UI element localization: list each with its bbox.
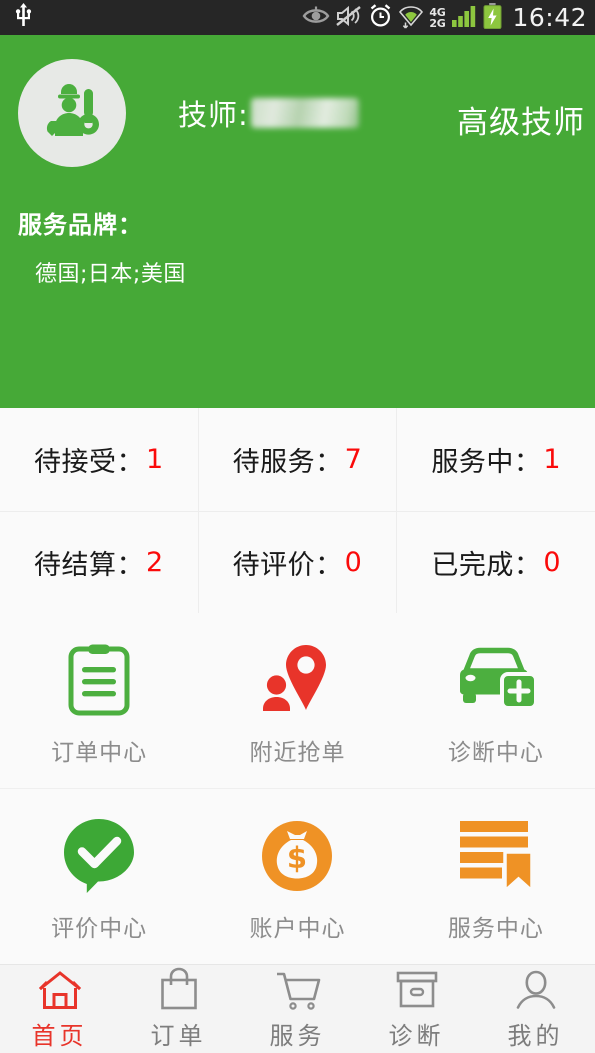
feature-grid-row: 订单中心 附近抢单 诊断中心	[0, 613, 595, 788]
feature-diagnosis-center[interactable]: 诊断中心	[397, 613, 595, 788]
nav-label: 服务	[269, 1022, 326, 1050]
profile-header: 技师: 高级技师 服务品牌： 德国;日本;美国	[0, 35, 595, 408]
alarm-icon	[368, 3, 393, 32]
wifi-icon	[399, 3, 424, 33]
stat-label: 已完成：	[431, 549, 542, 581]
stat-cell-in-service[interactable]: 服务中： 1	[397, 408, 595, 511]
stat-label: 待接受：	[33, 446, 144, 478]
service-brand-value: 德国;日本;美国	[35, 262, 186, 287]
home-icon	[37, 965, 83, 1011]
stat-cell-pending-service[interactable]: 待服务： 7	[199, 408, 398, 511]
status-bar-left	[14, 3, 33, 32]
feature-label: 诊断中心	[447, 739, 544, 766]
battery-charging-icon	[483, 2, 502, 33]
feature-review-center[interactable]: 评价中心	[0, 789, 198, 964]
eye-icon	[302, 5, 330, 31]
stat-cell-pending-settlement[interactable]: 待结算： 2	[0, 510, 199, 613]
service-brand-label: 服务品牌：	[18, 211, 143, 239]
nav-label: 订单	[150, 1022, 207, 1050]
stat-value: 2	[145, 546, 164, 578]
stat-label: 待服务：	[232, 446, 343, 478]
avatar[interactable]	[18, 59, 126, 167]
person-icon	[514, 965, 558, 1011]
nav-item-orders[interactable]: 订单	[119, 965, 238, 1053]
stat-value: 0	[543, 546, 562, 578]
nav-item-services[interactable]: 服务	[238, 965, 357, 1053]
money-bag-icon: $	[260, 817, 334, 895]
bottom-nav-bar: 首页 订单 服务 诊断 我的	[0, 964, 595, 1053]
nav-label: 我的	[507, 1022, 564, 1050]
stat-cell-pending-accept[interactable]: 待接受： 1	[0, 408, 199, 511]
signal-icon	[451, 4, 477, 32]
feature-label: 订单中心	[51, 739, 148, 766]
nav-item-diagnosis[interactable]: 诊断	[357, 965, 476, 1053]
shopping-bag-icon	[158, 965, 200, 1011]
status-bar-clock: 16:42	[512, 3, 587, 32]
stat-value: 0	[344, 546, 363, 578]
profile-header-top: 技师: 高级技师	[18, 57, 584, 169]
usb-icon	[14, 3, 33, 32]
technician-name-row: 技师:	[178, 92, 359, 134]
box-icon	[395, 965, 439, 1011]
feature-grid-row: 评价中心 $ 账户中心 服务中心	[0, 788, 595, 964]
technician-avatar-icon	[39, 78, 105, 148]
svg-text:$: $	[287, 841, 307, 875]
stats-row: 待结算： 2 待评价： 0 已完成： 0	[0, 510, 595, 614]
app-root: 4G 2G 16:42 技师: 高级技师 服务品牌： 德国;日本;美国 待接受：…	[0, 0, 595, 1053]
network-type-label: 4G 2G	[429, 7, 445, 29]
shopping-cart-icon	[275, 965, 321, 1011]
feature-label: 评价中心	[51, 915, 148, 942]
map-pin-person-icon	[259, 641, 335, 719]
feature-label: 账户中心	[249, 915, 346, 942]
status-bar-right: 4G 2G 16:42	[302, 2, 587, 33]
check-bubble-icon	[62, 817, 136, 895]
status-bar: 4G 2G 16:42	[0, 0, 595, 35]
feature-label: 服务中心	[447, 915, 544, 942]
technician-level-badge: 高级技师	[457, 105, 585, 141]
stats-row: 待接受： 1 待服务： 7 服务中： 1	[0, 408, 595, 511]
clipboard-icon	[65, 641, 133, 719]
stat-value: 1	[543, 443, 562, 475]
list-bookmark-icon	[458, 817, 534, 895]
feature-account-center[interactable]: $ 账户中心	[198, 789, 396, 964]
nav-item-home[interactable]: 首页	[0, 965, 119, 1053]
stat-label: 服务中：	[431, 446, 542, 478]
net-bottom-label: 2G	[429, 16, 446, 30]
net-top-label: 4G	[429, 5, 446, 19]
feature-grid: 订单中心 附近抢单 诊断中心 评价中心 $ 账户中心 服务中心	[0, 613, 595, 964]
nav-label: 首页	[31, 1022, 88, 1050]
feature-service-center[interactable]: 服务中心	[397, 789, 595, 964]
stat-value: 7	[344, 443, 363, 475]
feature-nearby-orders[interactable]: 附近抢单	[198, 613, 396, 788]
mute-icon	[336, 5, 362, 31]
car-medical-icon	[454, 641, 538, 719]
nav-label: 诊断	[388, 1022, 445, 1050]
stat-cell-pending-review[interactable]: 待评价： 0	[198, 510, 398, 613]
feature-order-center[interactable]: 订单中心	[0, 613, 198, 788]
stat-label: 待结算：	[33, 549, 144, 581]
stat-value: 1	[145, 443, 164, 475]
technician-label: 技师:	[178, 98, 249, 132]
technician-name-redacted	[250, 98, 359, 128]
stat-cell-completed[interactable]: 已完成： 0	[397, 510, 595, 614]
stat-label: 待评价：	[232, 549, 343, 581]
feature-label: 附近抢单	[249, 739, 346, 766]
order-stats-grid: 待接受： 1 待服务： 7 服务中： 1 待结算： 2 待评价： 0 已完成： 0	[0, 408, 595, 613]
nav-item-mine[interactable]: 我的	[476, 965, 595, 1053]
